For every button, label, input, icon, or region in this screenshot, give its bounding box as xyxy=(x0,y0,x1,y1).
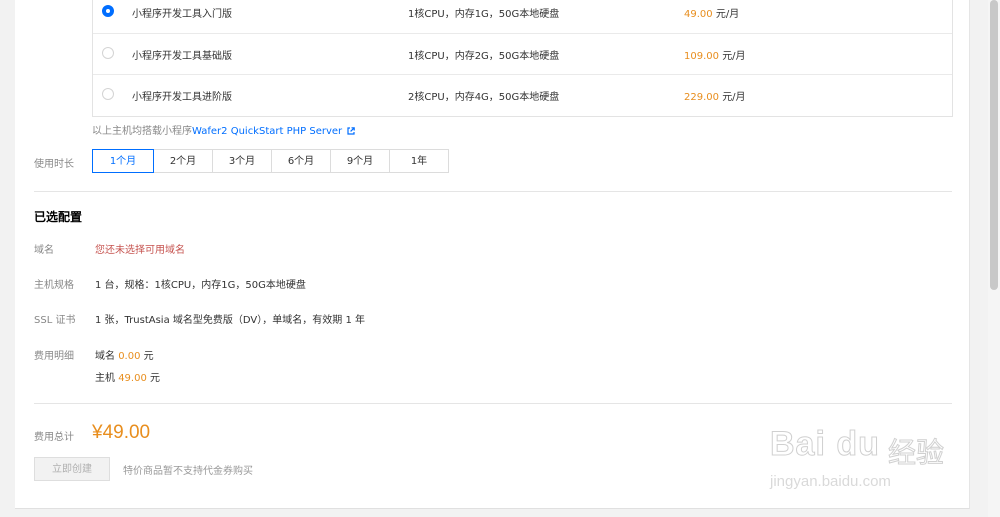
duration-option-3-months[interactable]: 3个月 xyxy=(212,149,272,173)
selected-config-title: 已选配置 xyxy=(34,210,83,224)
plan-row[interactable]: 小程序开发工具入门版 1核CPU，内存1G，50G本地硬盘 49.00 元/月 xyxy=(93,0,952,33)
plan-price-unit: 元/月 xyxy=(722,51,746,62)
vertical-scrollbar[interactable] xyxy=(988,0,1000,517)
ssl-label: SSL 证书 xyxy=(34,315,76,326)
plan-spec: 1核CPU，内存2G，50G本地硬盘 xyxy=(408,51,560,62)
plan-price-amount: 109.00 xyxy=(684,51,719,62)
cost-domain-prefix: 域名 xyxy=(95,351,115,362)
cost-host-unit: 元 xyxy=(150,373,161,384)
plan-name: 小程序开发工具入门版 xyxy=(132,9,232,20)
total-label: 费用总计 xyxy=(34,432,74,443)
plan-price: 109.00 元/月 xyxy=(684,47,746,62)
plan-row[interactable]: 小程序开发工具进阶版 2核CPU，内存4G，50G本地硬盘 229.00 元/月 xyxy=(93,74,952,116)
plan-spec: 1核CPU，内存1G，50G本地硬盘 xyxy=(408,9,560,20)
plan-radio[interactable] xyxy=(102,47,114,59)
plan-radio[interactable] xyxy=(102,88,114,100)
plan-row[interactable]: 小程序开发工具基础版 1核CPU，内存2G，50G本地硬盘 109.00 元/月 xyxy=(93,33,952,75)
duration-option-2-months[interactable]: 2个月 xyxy=(153,149,213,173)
plan-name: 小程序开发工具基础版 xyxy=(132,51,232,62)
scrollbar-thumb[interactable] xyxy=(990,0,998,290)
external-link-icon[interactable] xyxy=(347,127,355,135)
plan-price-amount: 229.00 xyxy=(684,92,719,103)
cost-domain-line: 域名 0.00 元 xyxy=(95,347,154,362)
divider xyxy=(34,191,952,192)
cost-host-amount: 49.00 xyxy=(118,373,147,384)
host-spec-value: 1 台，规格：1核CPU，内存1G，50G本地硬盘 xyxy=(95,280,306,291)
total-amount: ¥49.00 xyxy=(92,422,151,443)
plan-name: 小程序开发工具进阶版 xyxy=(132,92,232,103)
server-note: 以上主机均搭载小程序Wafer2 QuickStart PHP Server xyxy=(92,122,355,137)
watermark-brand: Bai du xyxy=(770,425,880,464)
domain-label: 域名 xyxy=(34,245,54,256)
cost-detail-label: 费用明细 xyxy=(34,351,74,362)
cost-domain-amount: 0.00 xyxy=(118,351,141,362)
duration-option-9-months[interactable]: 9个月 xyxy=(330,149,390,173)
plan-price-amount: 49.00 xyxy=(684,9,713,20)
domain-value: 您还未选择可用域名 xyxy=(95,245,185,256)
wafer2-link[interactable]: Wafer2 QuickStart PHP Server xyxy=(192,126,342,137)
plan-spec: 2核CPU，内存4G，50G本地硬盘 xyxy=(408,92,560,103)
server-note-text: 以上主机均搭载小程序 xyxy=(92,126,192,137)
duration-selector: 1个月 2个月 3个月 6个月 9个月 1年 xyxy=(92,149,449,173)
ssl-value: 1 张，TrustAsia 域名型免费版（DV），单域名，有效期 1 年 xyxy=(95,315,365,326)
plan-price-unit: 元/月 xyxy=(715,9,740,20)
plan-price: 229.00 元/月 xyxy=(684,88,746,103)
watermark-cn: 经验 xyxy=(887,436,945,470)
cost-host-line: 主机 49.00 元 xyxy=(95,369,160,384)
divider xyxy=(34,403,952,404)
duration-option-1-month[interactable]: 1个月 xyxy=(92,149,154,173)
duration-option-6-months[interactable]: 6个月 xyxy=(271,149,331,173)
voucher-tip: 特价商品暂不支持代金券购买 xyxy=(123,466,253,477)
plan-price: 49.00 元/月 xyxy=(684,5,739,20)
duration-label: 使用时长 xyxy=(34,159,74,170)
duration-option-1-year[interactable]: 1年 xyxy=(389,149,449,173)
plan-table: 小程序开发工具入门版 1核CPU，内存1G，50G本地硬盘 49.00 元/月 … xyxy=(92,0,953,117)
baidu-jingyan-watermark: Bai du 经验 jingyan.baidu.com xyxy=(770,425,960,495)
cost-domain-unit: 元 xyxy=(143,351,154,362)
cost-host-prefix: 主机 xyxy=(95,373,115,384)
plan-price-unit: 元/月 xyxy=(722,92,746,103)
watermark-url: jingyan.baidu.com xyxy=(770,473,891,490)
host-spec-label: 主机规格 xyxy=(34,280,74,291)
plan-radio-selected[interactable] xyxy=(102,5,114,17)
create-now-button[interactable]: 立即创建 xyxy=(34,457,110,481)
